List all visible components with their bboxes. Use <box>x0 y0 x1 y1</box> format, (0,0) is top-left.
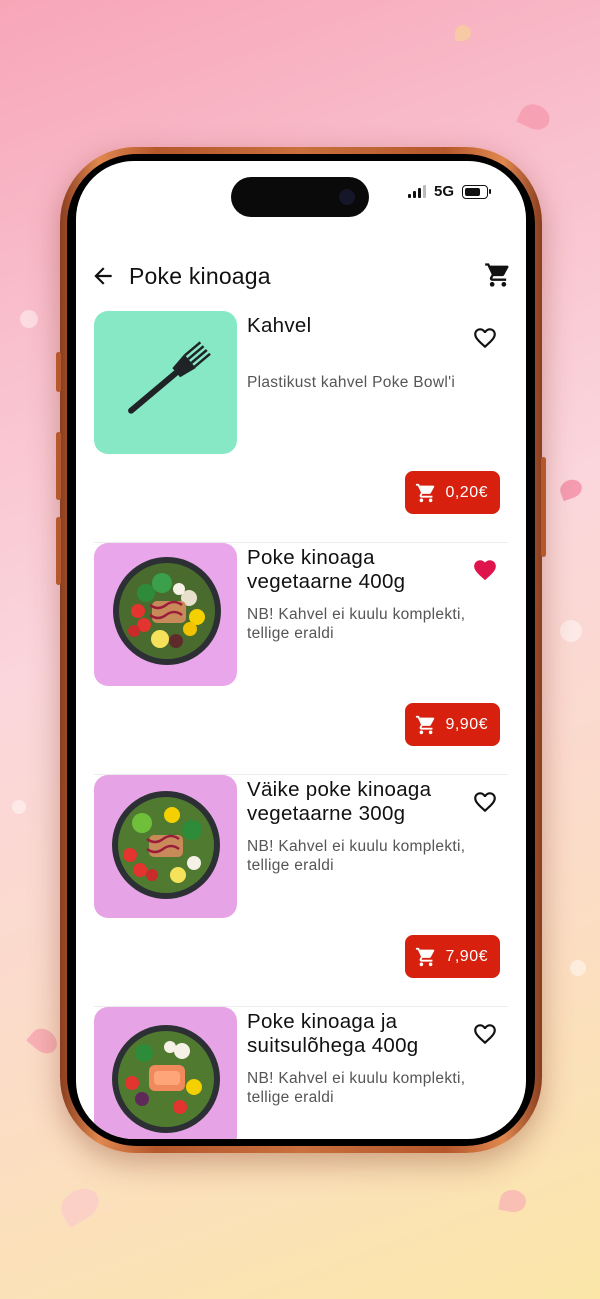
camera-icon <box>339 189 355 205</box>
product-description: NB! Kahvel ei kuulu komplekti, tellige e… <box>247 838 466 874</box>
petal-decoration <box>516 99 554 135</box>
cart-icon <box>416 715 435 734</box>
phone-volume-down-button <box>56 517 61 585</box>
add-to-cart-button[interactable]: 0,20€ <box>405 471 500 514</box>
dynamic-island <box>231 177 369 217</box>
heart-outline-icon[interactable] <box>472 789 498 815</box>
phone-frame: 5G Poke kinoaga Kahvel Plastikust kahvel… <box>56 147 546 1153</box>
shopping-cart-icon[interactable] <box>484 261 512 289</box>
product-item[interactable]: Poke kinoaga vegetaarne 400g NB! Kahvel … <box>76 543 526 775</box>
bokeh-decoration <box>20 310 38 328</box>
heart-outline-icon[interactable] <box>472 1021 498 1047</box>
product-item[interactable]: Poke kinoaga ja suitsulõhega 400g NB! Ka… <box>76 1007 526 1139</box>
product-name: Väike poke kinoaga vegetaarne 300g <box>247 778 432 825</box>
product-image-bowl <box>94 1007 237 1139</box>
arrow-left-icon[interactable] <box>90 263 116 289</box>
product-name: Kahvel <box>247 314 312 337</box>
price-label: 7,90€ <box>445 947 488 965</box>
product-list: Kahvel Plastikust kahvel Poke Bowl'i 0,2… <box>76 311 526 1139</box>
product-description: NB! Kahvel ei kuulu komplekti, tellige e… <box>247 1070 466 1106</box>
heart-filled-icon[interactable] <box>472 557 498 583</box>
add-to-cart-button[interactable]: 9,90€ <box>405 703 500 746</box>
petal-decoration <box>455 25 471 41</box>
phone-action-button <box>56 352 61 392</box>
product-name: Poke kinoaga vegetaarne 400g <box>247 546 406 593</box>
product-description: Plastikust kahvel Poke Bowl'i <box>247 374 456 391</box>
price-label: 0,20€ <box>445 483 488 501</box>
product-image-bowl <box>94 775 237 918</box>
petal-decoration <box>55 1182 105 1228</box>
heart-outline-icon[interactable] <box>472 325 498 351</box>
signal-icon <box>407 185 426 198</box>
product-image-bowl <box>94 543 237 686</box>
add-to-cart-button[interactable]: 7,90€ <box>405 935 500 978</box>
petal-decoration <box>498 1187 528 1215</box>
product-item[interactable]: Väike poke kinoaga vegetaarne 300g NB! K… <box>76 775 526 1007</box>
bokeh-decoration <box>570 960 586 976</box>
app-bar: Poke kinoaga <box>76 247 526 307</box>
phone-volume-up-button <box>56 432 61 500</box>
product-image-fork <box>94 311 237 454</box>
product-description: NB! Kahvel ei kuulu komplekti, tellige e… <box>247 606 466 642</box>
phone-power-button <box>541 457 546 557</box>
network-label: 5G <box>433 183 454 200</box>
battery-icon <box>462 184 491 199</box>
bokeh-decoration <box>12 800 26 814</box>
page-title: Poke kinoaga <box>129 263 271 289</box>
app-screen: 5G Poke kinoaga Kahvel Plastikust kahvel… <box>76 161 526 1139</box>
product-name: Poke kinoaga ja suitsulõhega 400g <box>247 1010 419 1057</box>
petal-decoration <box>26 1023 62 1059</box>
cart-icon <box>416 483 435 502</box>
cart-icon <box>416 947 435 966</box>
price-label: 9,90€ <box>445 715 488 733</box>
status-bar: 5G <box>407 183 491 200</box>
bokeh-decoration <box>560 620 582 642</box>
product-item[interactable]: Kahvel Plastikust kahvel Poke Bowl'i 0,2… <box>76 311 526 543</box>
petal-decoration <box>557 476 585 502</box>
